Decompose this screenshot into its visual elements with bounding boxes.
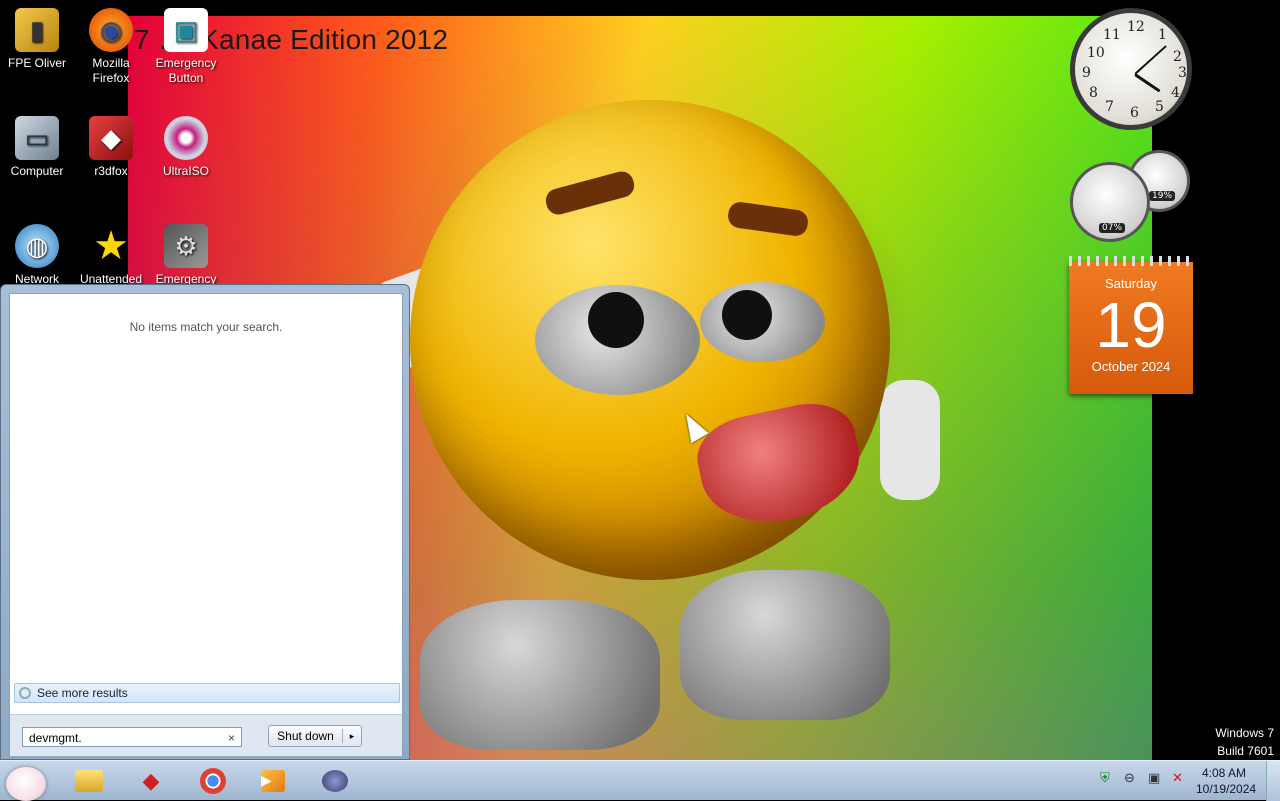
clock-numeral: 7 bbox=[1105, 99, 1114, 115]
emergency-tool-icon: ⚙ bbox=[164, 224, 208, 268]
desktop-icon-label: UltraISO bbox=[162, 164, 209, 178]
glove-right bbox=[880, 380, 940, 500]
game-icon bbox=[322, 770, 348, 792]
desktop-icon-ultraiso[interactable]: UltraISO bbox=[149, 116, 223, 179]
taskbar-media-player-button[interactable]: ▶ bbox=[256, 765, 290, 797]
start-menu-footer: devmgmt. × Shut down ▸ bbox=[10, 714, 402, 756]
clock-numeral: 6 bbox=[1130, 105, 1139, 121]
media-player-icon: ▶ bbox=[261, 770, 285, 792]
clock-minute-hand bbox=[1134, 45, 1167, 75]
see-more-results-link[interactable]: See more results bbox=[14, 683, 400, 703]
ultraiso-disc-icon bbox=[164, 116, 208, 160]
desktop-icon-unattended[interactable]: ★ Unattended bbox=[74, 224, 148, 287]
clock-numeral: 5 bbox=[1155, 99, 1164, 115]
show-desktop-button[interactable] bbox=[1266, 761, 1280, 801]
shoe-right bbox=[680, 570, 890, 720]
taskbar-r3dfox-button[interactable]: ◆ bbox=[134, 765, 168, 797]
emergency-button-icon: ▣ bbox=[164, 8, 208, 52]
explorer-folder-icon bbox=[75, 770, 103, 792]
calendar-weekday: Saturday bbox=[1104, 276, 1158, 291]
calendar-gadget[interactable]: Saturday 19 October 2024 bbox=[1069, 256, 1193, 394]
clock-numeral: 8 bbox=[1089, 85, 1098, 101]
clock-numeral: 10 bbox=[1087, 45, 1105, 61]
desktop-icon-r3dfox[interactable]: ◆ r3dfox bbox=[74, 116, 148, 179]
chrome-icon bbox=[200, 768, 226, 794]
shutdown-label[interactable]: Shut down bbox=[269, 729, 343, 743]
r3dfox-icon: ◆ bbox=[89, 116, 133, 160]
network-icon[interactable]: ▣ bbox=[1148, 771, 1160, 786]
clock-numeral: 11 bbox=[1103, 27, 1121, 43]
clock-gadget[interactable]: 12 1 2 3 4 5 6 7 8 9 10 11 bbox=[1070, 8, 1192, 130]
clock-hour-hand bbox=[1134, 73, 1161, 93]
clock-numeral: 12 bbox=[1127, 19, 1145, 35]
calendar-month-year: October 2024 bbox=[1091, 359, 1171, 374]
search-loop-icon bbox=[19, 687, 31, 699]
clock-numeral: 1 bbox=[1158, 27, 1167, 43]
start-orb-button[interactable] bbox=[6, 767, 46, 801]
desktop-icon-label: Mozilla Firefox bbox=[92, 56, 130, 85]
taskbar-game-button[interactable] bbox=[318, 765, 352, 797]
desktop-icon-network[interactable]: ◍ Network bbox=[0, 224, 74, 287]
clear-search-icon[interactable]: × bbox=[228, 728, 235, 748]
desktop-icon-firefox[interactable]: ◉ Mozilla Firefox bbox=[74, 8, 148, 86]
taskbar-explorer-button[interactable] bbox=[72, 765, 106, 797]
shutdown-options-arrow-icon[interactable]: ▸ bbox=[343, 731, 361, 742]
network-globe-icon: ◍ bbox=[15, 224, 59, 268]
start-menu: No items match your search. See more res… bbox=[0, 284, 410, 760]
start-search-value: devmgmt. bbox=[29, 731, 82, 745]
taskbar-chrome-button[interactable] bbox=[196, 765, 230, 797]
calendar-day: 19 bbox=[1095, 289, 1167, 361]
clock-numeral: 2 bbox=[1173, 49, 1182, 65]
desktop-icon-label: FPE Oliver bbox=[7, 56, 66, 70]
desktop-icon-computer[interactable]: ▭ Computer bbox=[0, 116, 74, 179]
shoe-left bbox=[420, 600, 660, 750]
cpu-meter-dial: 07% bbox=[1070, 162, 1150, 242]
desktop-icon-label: Emergency Button bbox=[155, 56, 217, 85]
star-icon: ★ bbox=[93, 224, 129, 268]
pupil-right bbox=[722, 290, 772, 340]
firefox-icon: ◉ bbox=[89, 8, 133, 52]
r3dfox-icon: ◆ bbox=[142, 768, 160, 794]
clock-numeral: 9 bbox=[1082, 65, 1091, 81]
taskbar-clock[interactable]: 4:08 AM 10/19/2024 bbox=[1196, 765, 1257, 797]
pupil-left bbox=[588, 292, 644, 348]
clock-numeral: 3 bbox=[1178, 65, 1187, 81]
minus-circle-icon[interactable]: ⊖ bbox=[1124, 771, 1135, 786]
os-watermark-line1: Windows 7 bbox=[1215, 726, 1274, 740]
desktop-icon-label: r3dfox bbox=[94, 164, 128, 178]
desktop-icon-fpe-oliver[interactable]: ▮ FPE Oliver bbox=[0, 8, 74, 71]
memory-percent: 19% bbox=[1149, 191, 1176, 201]
cpu-percent: 07% bbox=[1099, 223, 1126, 233]
computer-icon: ▭ bbox=[15, 116, 59, 160]
start-search-input[interactable]: devmgmt. × bbox=[22, 727, 242, 747]
no-results-message: No items match your search. bbox=[129, 320, 283, 334]
taskbar-date: 10/19/2024 bbox=[1196, 782, 1257, 796]
taskbar-time: 4:08 AM bbox=[1201, 766, 1247, 780]
see-more-results-label: See more results bbox=[37, 686, 128, 700]
calendar-rings bbox=[1069, 256, 1193, 266]
security-shield-icon[interactable]: ⛨ bbox=[1100, 771, 1110, 786]
desktop-icon-emergency-button[interactable]: ▣ Emergency Button bbox=[149, 8, 223, 86]
volume-muted-icon[interactable]: ✕ bbox=[1172, 771, 1183, 786]
folder-user-icon: ▮ bbox=[15, 8, 59, 52]
taskbar: ◆ ▶ ⛨ ⊖ ▣ ✕ 4:08 AM 10/19/2024 bbox=[0, 760, 1280, 801]
os-watermark-line2: Build 7601 bbox=[1217, 744, 1274, 758]
desktop-icon-label: Computer bbox=[10, 164, 64, 178]
start-menu-results-panel: No items match your search. See more res… bbox=[9, 293, 403, 756]
shutdown-button[interactable]: Shut down ▸ bbox=[268, 725, 362, 747]
clock-numeral: 4 bbox=[1171, 85, 1180, 101]
desktop-icon-emergency[interactable]: ⚙ Emergency bbox=[149, 224, 223, 287]
